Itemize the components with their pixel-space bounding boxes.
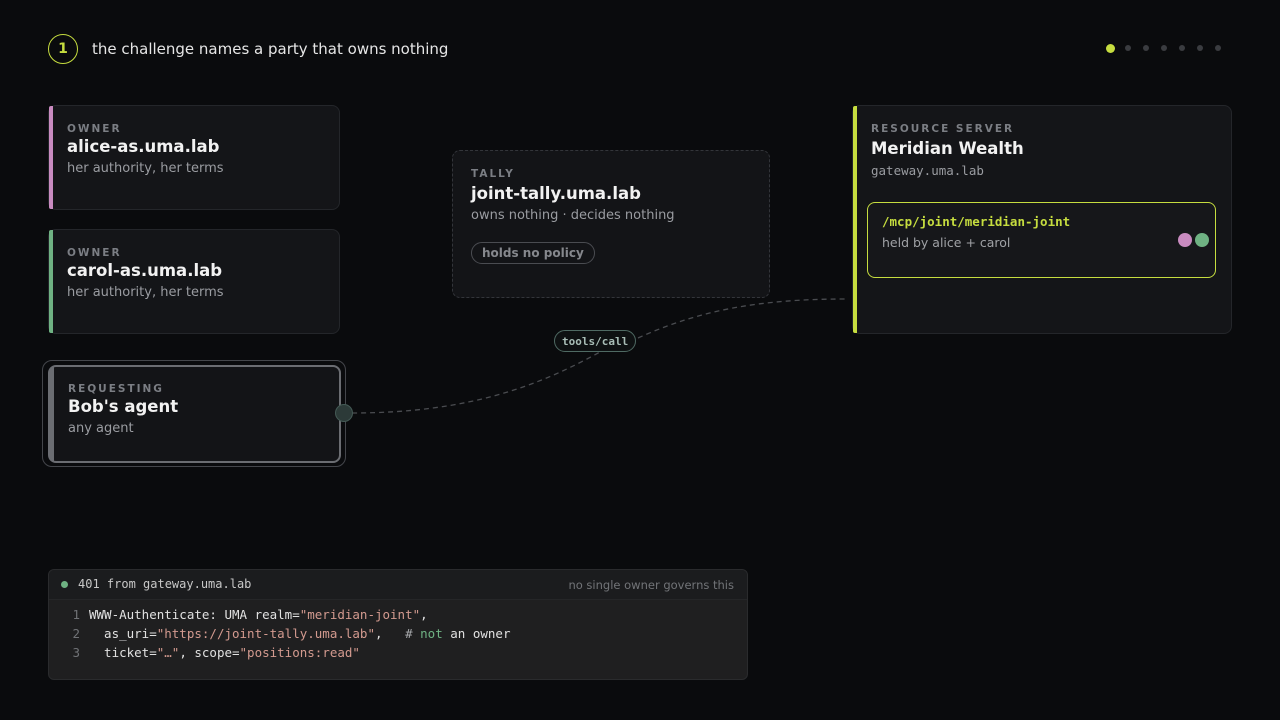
owner-name: carol-as.uma.lab [67, 261, 223, 280]
code-text: , [374, 626, 406, 641]
resource-accent-bar [853, 106, 857, 333]
code-comment: # [405, 626, 421, 641]
card-kicker: TALLY [471, 168, 515, 180]
code-string: "positions:read" [239, 645, 360, 660]
code-text: , [420, 607, 428, 622]
code-keyword: not [420, 626, 443, 641]
owner-card-alice[interactable]: OWNER alice-as.uma.lab her authority, he… [48, 105, 340, 210]
response-header: 401 from gateway.uma.lab no single owner… [49, 570, 747, 600]
owner-name: alice-as.uma.lab [67, 137, 220, 156]
progress-dot[interactable] [1161, 45, 1167, 51]
requesting-name: Bob's agent [68, 397, 179, 416]
code-line: 3 ticket="…", scope="positions:read" [49, 645, 360, 664]
connector-port[interactable] [335, 404, 353, 422]
step-number-badge: 1 [48, 34, 78, 64]
step-progress-dots [1106, 44, 1233, 53]
edge-label-tools-call: tools/call [554, 330, 637, 352]
card-kicker: RESOURCE SERVER [871, 123, 1015, 135]
code-line: 1 WWW-Authenticate: UMA realm="meridian-j… [49, 607, 428, 626]
owner-color-bar [49, 230, 53, 333]
owner-card-carol[interactable]: OWNER carol-as.uma.lab her authority, he… [48, 229, 340, 334]
line-number: 1 [72, 607, 80, 622]
resource-server-name: Meridian Wealth [871, 139, 1024, 158]
code-text: , scope= [179, 645, 240, 660]
progress-dot[interactable] [1215, 45, 1221, 51]
code-string: "https://joint-tally.uma.lab" [156, 626, 375, 641]
requesting-color-bar [50, 367, 54, 461]
owner-color-bar [49, 106, 53, 209]
tally-name: joint-tally.uma.lab [471, 184, 641, 203]
joint-resource-box[interactable]: /mcp/joint/meridian-joint held by alice … [867, 202, 1216, 278]
resource-held-by: held by alice + carol [882, 235, 1011, 250]
code-text: WWW-Authenticate: UMA realm= [89, 607, 300, 622]
owner-subtitle: her authority, her terms [67, 161, 224, 176]
card-kicker: OWNER [67, 247, 122, 259]
progress-dot[interactable] [1197, 45, 1203, 51]
response-note: no single owner governs this [568, 578, 734, 592]
progress-dot[interactable] [1125, 45, 1131, 51]
resource-endpoint-path: /mcp/joint/meridian-joint [882, 214, 1071, 229]
step-title: the challenge names a party that owns no… [92, 40, 449, 58]
code-text: an owner [442, 626, 511, 641]
holds-no-policy-badge: holds no policy [471, 242, 595, 264]
card-kicker: REQUESTING [68, 383, 164, 395]
tally-subtitle: owns nothing · decides nothing [471, 208, 675, 223]
requesting-card[interactable]: REQUESTING Bob's agent any agent [48, 365, 341, 463]
progress-dot[interactable] [1143, 45, 1149, 51]
card-kicker: OWNER [67, 123, 122, 135]
carol-owner-dot [1195, 233, 1209, 247]
requesting-subtitle: any agent [68, 421, 134, 436]
code-string: "…" [156, 645, 180, 660]
code-text: as_uri= [89, 626, 157, 641]
line-number: 3 [72, 645, 80, 660]
code-text: ticket= [89, 645, 157, 660]
resource-server-card[interactable]: RESOURCE SERVER Meridian Wealth gateway.… [852, 105, 1232, 334]
http-response-panel: 401 from gateway.uma.lab no single owner… [48, 569, 748, 680]
progress-dot[interactable] [1179, 45, 1185, 51]
code-line: 2 as_uri="https://joint-tally.uma.lab", … [49, 626, 510, 645]
status-dot [61, 581, 68, 588]
tally-card[interactable]: TALLY joint-tally.uma.lab owns nothing ·… [452, 150, 770, 298]
response-status: 401 from gateway.uma.lab [78, 577, 252, 591]
resource-server-host: gateway.uma.lab [871, 163, 984, 178]
code-string: "meridian-joint" [299, 607, 421, 622]
progress-dot-active[interactable] [1106, 44, 1115, 53]
line-number: 2 [72, 626, 80, 641]
owner-subtitle: her authority, her terms [67, 285, 224, 300]
alice-owner-dot [1178, 233, 1192, 247]
